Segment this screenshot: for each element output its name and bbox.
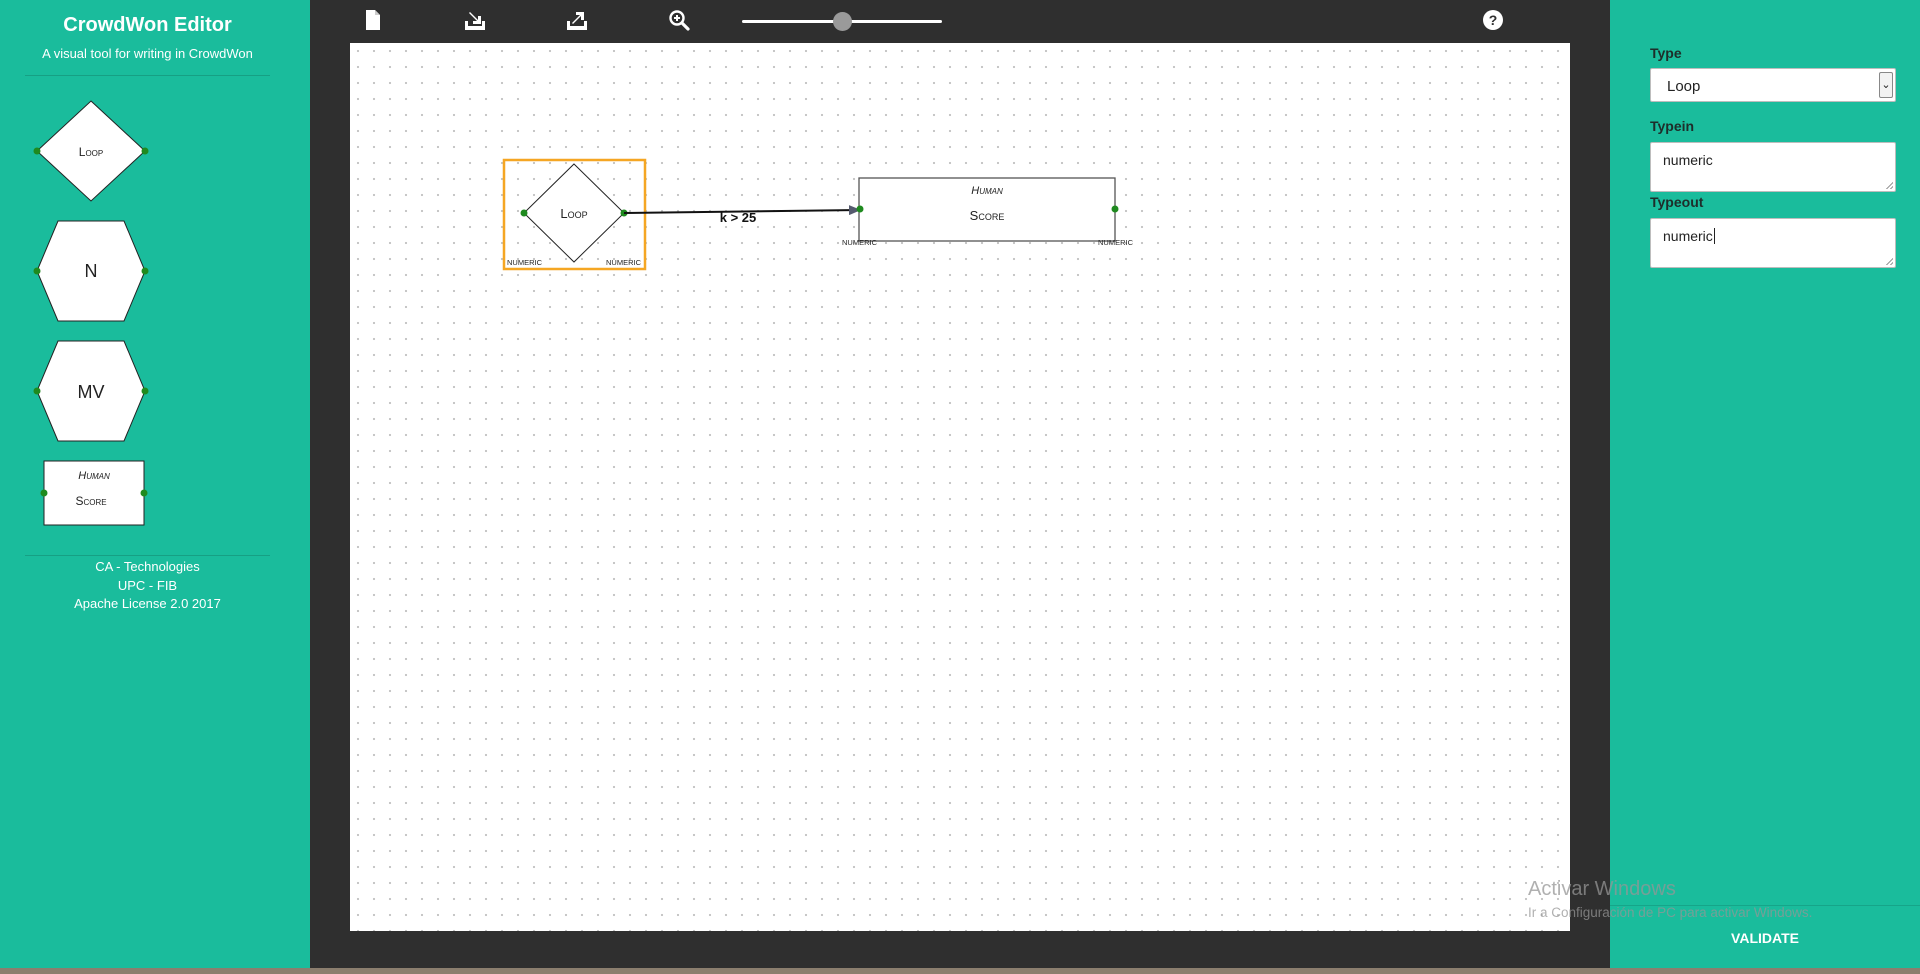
typein-value: numeric	[1663, 152, 1713, 168]
properties-panel: Type Loop ⌄ Typein numeric Typeout numer…	[1610, 0, 1920, 974]
port-in[interactable]	[40, 489, 48, 497]
palette-item-n[interactable]: N	[33, 220, 149, 322]
resize-grip-icon[interactable]	[1885, 257, 1893, 265]
typeout-value: numeric	[1663, 228, 1713, 244]
zoom-in-icon	[669, 10, 690, 31]
port-in[interactable]	[33, 147, 41, 155]
footer-line: CA - Technologies	[95, 559, 200, 574]
import-icon	[465, 12, 485, 30]
validate-button[interactable]: VALIDATE	[1610, 930, 1920, 946]
help-icon: ?	[1483, 10, 1503, 30]
footer-line: Apache License 2.0 2017	[74, 596, 221, 611]
app-title: CrowdWon Editor	[63, 14, 232, 36]
palette-score-label: Score	[75, 494, 106, 508]
palette-item-loop[interactable]: Loop	[33, 100, 149, 202]
human-score-port-in-type: NUMERIC	[842, 238, 878, 247]
typein-field[interactable]: numeric	[1650, 142, 1896, 192]
app-subtitle: A visual tool for writing in CrowdWon	[42, 46, 253, 61]
port-in[interactable]	[33, 387, 41, 395]
sidebar-divider	[25, 555, 270, 556]
edge-label: k > 25	[720, 210, 757, 225]
export-button[interactable]	[566, 9, 590, 33]
workspace: ? Loop NUMERIC NUMERIC k > 25 Human Scor…	[310, 0, 1610, 974]
human-score-port-in[interactable]	[856, 205, 864, 213]
diagram-edge[interactable]: k > 25	[623, 205, 861, 225]
loop-port-in-type: NUMERIC	[507, 258, 543, 267]
palette-item-human-score[interactable]: Human Score	[36, 460, 148, 526]
diagram-canvas[interactable]: Loop NUMERIC NUMERIC k > 25 Human Score …	[350, 43, 1570, 931]
port-out[interactable]	[140, 489, 148, 497]
import-button[interactable]	[464, 9, 488, 33]
chevron-down-icon[interactable]: ⌄	[1879, 72, 1893, 98]
zoom-slider[interactable]	[742, 12, 942, 31]
palette-loop-label: Loop	[79, 145, 103, 159]
resize-grip-icon[interactable]	[1885, 181, 1893, 189]
loop-port-in[interactable]	[520, 209, 528, 217]
port-out[interactable]	[141, 147, 149, 155]
human-score-node-label: Score	[970, 208, 1005, 223]
export-icon	[567, 12, 587, 30]
type-select-value: Loop	[1667, 78, 1701, 95]
sidebar-footer: CA - Technologies UPC - FIB Apache Licen…	[0, 558, 295, 614]
port-out[interactable]	[141, 387, 149, 395]
palette-mv-label: MV	[78, 382, 105, 402]
diagram-node-human-score[interactable]: Human Score NUMERIC NUMERIC	[842, 177, 1134, 247]
loop-port-out-type: NUMERIC	[606, 258, 642, 267]
sidebar-divider	[25, 75, 270, 76]
zoom-slider-thumb[interactable]	[833, 12, 852, 31]
typeout-field[interactable]: numeric	[1650, 218, 1896, 268]
human-score-port-out[interactable]	[1111, 205, 1119, 213]
diagram-node-loop[interactable]: Loop NUMERIC NUMERIC	[502, 158, 647, 271]
svg-text:?: ?	[1489, 12, 1498, 28]
port-out[interactable]	[141, 267, 149, 275]
human-score-port-out-type: NUMERIC	[1098, 238, 1134, 247]
palette-n-label: N	[85, 261, 98, 281]
typein-label: Typein	[1650, 118, 1695, 134]
new-file-icon	[366, 10, 380, 30]
watermark-subtitle: Ir a Configuración de PC para activar Wi…	[1528, 905, 1813, 920]
text-caret	[1713, 228, 1715, 244]
help-button[interactable]: ?	[1482, 9, 1506, 33]
typeout-label: Typeout	[1650, 194, 1704, 210]
port-in[interactable]	[33, 267, 41, 275]
type-label: Type	[1650, 45, 1682, 61]
type-select[interactable]: Loop ⌄	[1650, 68, 1896, 102]
human-score-node-top-label: Human	[971, 185, 1003, 197]
watermark-title: Activar Windows	[1528, 878, 1676, 900]
toolbar: ?	[310, 0, 1610, 42]
windows-activation-watermark: Activar Windows Ir a Configuración de PC…	[1528, 878, 1812, 920]
loop-node-label: Loop	[560, 206, 587, 221]
taskbar-strip	[0, 968, 1920, 974]
palette-human-label: Human	[78, 470, 110, 482]
zoom-in-button[interactable]	[668, 9, 692, 33]
sidebar: CrowdWon Editor A visual tool for writin…	[0, 0, 310, 974]
typeout-value-wrap: numeric	[1663, 228, 1715, 244]
palette-item-mv[interactable]: MV	[33, 340, 149, 442]
footer-line: UPC - FIB	[117, 577, 178, 593]
new-file-button[interactable]	[363, 9, 387, 33]
